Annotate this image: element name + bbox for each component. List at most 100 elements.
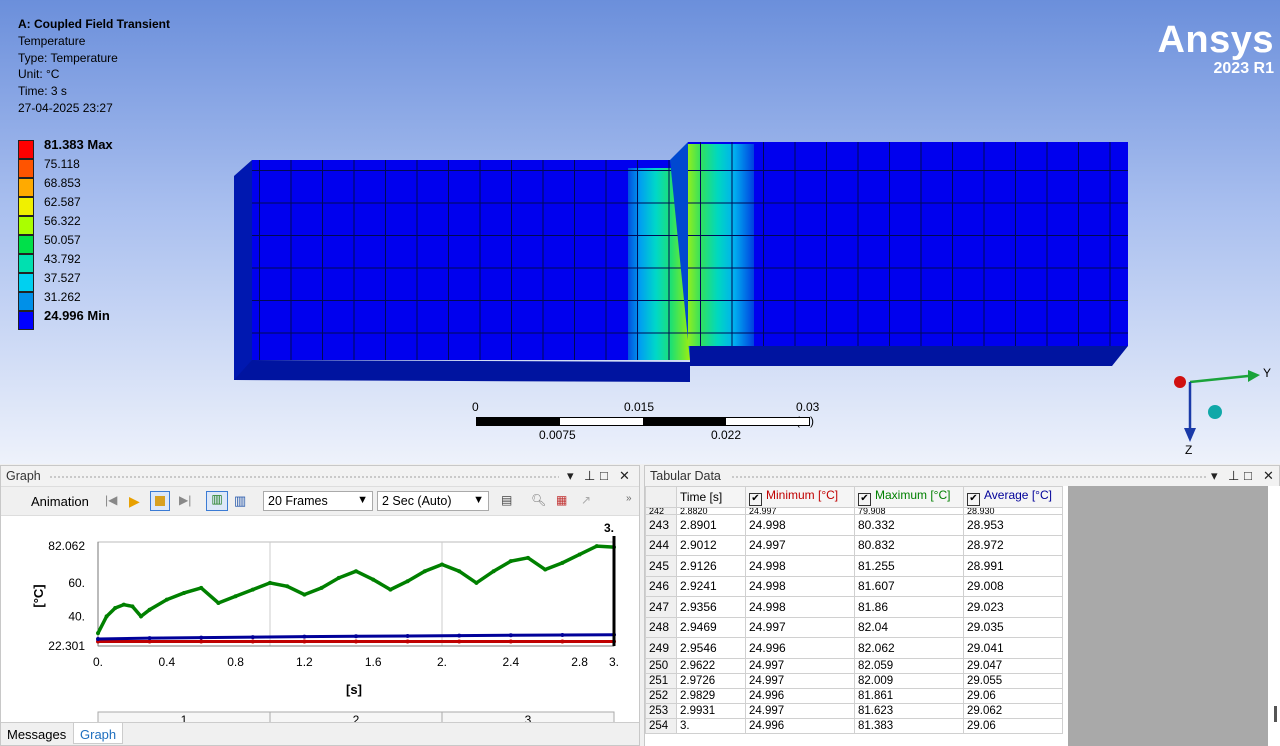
tab-graph[interactable]: Graph xyxy=(73,723,124,744)
table-cell: 2.8820 xyxy=(676,507,746,515)
table-cell: 2.9012 xyxy=(676,534,746,556)
panel-menu-icon[interactable]: ▾ xyxy=(567,468,574,484)
legend-swatch xyxy=(18,178,34,197)
temperature-chart[interactable]: 82.062 60. 40. 22.301 0. 0.4 0.8 1.2 1.6 2. 2.4 2.8… xyxy=(1,516,639,726)
tab-messages[interactable]: Messages xyxy=(1,723,72,744)
model-geometry[interactable] xyxy=(228,138,1138,386)
data-point xyxy=(147,636,152,641)
scale-label-q3: 0.022 xyxy=(711,428,742,442)
table-cell: 81.86 xyxy=(854,596,964,618)
close-icon[interactable]: ✕ xyxy=(619,468,630,484)
row-number-header xyxy=(645,486,677,508)
data-point xyxy=(543,567,548,572)
first-frame-icon[interactable]: |◀ xyxy=(105,493,121,509)
col-time-header[interactable]: Time [s] xyxy=(676,486,746,508)
table-cell: 82.062 xyxy=(854,637,964,659)
table-viewport[interactable]: Time [s] ✔ Minimum [°C] ✔ Maximum [°C] ✔ Av… xyxy=(645,486,1280,746)
table-cell: 28.991 xyxy=(963,555,1063,577)
axis-triad[interactable]: Y Z xyxy=(1170,360,1280,460)
data-point xyxy=(560,639,565,644)
table-cell: 24.998 xyxy=(745,555,855,577)
checkbox-min[interactable]: ✔ xyxy=(749,493,762,506)
data-point xyxy=(422,569,427,574)
data-point xyxy=(250,635,255,640)
last-frame-icon[interactable]: ▶| xyxy=(179,493,195,509)
x-tick-label: 2.8 xyxy=(571,655,588,669)
data-point xyxy=(594,544,599,549)
col-avg-header[interactable]: ✔ Average [°C] xyxy=(963,486,1063,508)
table-cell: 29.047 xyxy=(963,657,1063,674)
data-point xyxy=(302,639,307,644)
stop-icon xyxy=(155,496,165,506)
col-avg-label: Average [°C] xyxy=(984,488,1052,502)
duration-select[interactable]: 2 Sec (Auto) ▼ xyxy=(377,491,489,511)
scrollbar-thumb[interactable] xyxy=(1274,706,1277,722)
data-point xyxy=(139,614,143,619)
table-cell: 2.9726 xyxy=(676,672,746,689)
hide-icon[interactable]: ↗ xyxy=(581,493,597,509)
table-row[interactable]: 248 2.9469 24.997 82.04 29.035 xyxy=(645,616,1063,638)
play-icon[interactable]: ▶ xyxy=(129,493,145,509)
col-min-header[interactable]: ✔ Minimum [°C] xyxy=(745,486,855,508)
table-row[interactable]: 247 2.9356 24.998 81.86 29.023 xyxy=(645,596,1063,618)
legend-label: 37.527 xyxy=(44,271,81,285)
time-marker-label: 3. xyxy=(604,521,614,535)
analysis-title: A: Coupled Field Transient xyxy=(18,17,171,31)
pin-icon[interactable]: ⊥ xyxy=(1228,468,1239,484)
data-point xyxy=(113,606,118,611)
data-point xyxy=(104,614,109,619)
stop-button[interactable] xyxy=(150,491,170,511)
data-point xyxy=(577,552,582,557)
titlebar-grip xyxy=(49,475,559,479)
table-cell: 2.9126 xyxy=(676,555,746,577)
table-cell: 24.997 xyxy=(745,702,855,719)
table-row[interactable]: 244 2.9012 24.997 80.832 28.972 xyxy=(645,534,1063,556)
result-name: Temperature xyxy=(18,33,86,48)
col-max-label: Maximum [°C] xyxy=(875,488,951,502)
result-header: A: Coupled Field Transient Temperature T… xyxy=(18,16,170,117)
table-cell: 29.041 xyxy=(963,637,1063,659)
checkbox-max[interactable]: ✔ xyxy=(858,493,871,506)
pin-icon[interactable]: ⊥ xyxy=(584,468,595,484)
result-frames-icon[interactable]: ▥ xyxy=(234,493,250,509)
maximize-icon[interactable]: □ xyxy=(600,468,608,483)
table-row[interactable]: 245 2.9126 24.998 81.255 28.991 xyxy=(645,555,1063,577)
table-row[interactable]: 250 2.9622 24.997 82.059 29.047 xyxy=(645,657,1063,674)
col-min-label: Minimum [°C] xyxy=(766,488,839,502)
data-point xyxy=(199,639,204,644)
table-cell: 28.972 xyxy=(963,534,1063,556)
frames-select[interactable]: 20 Frames ▼ xyxy=(263,491,373,511)
legend-label: 24.996 Min xyxy=(44,308,110,323)
table-row[interactable]: 251 2.9726 24.997 82.009 29.055 xyxy=(645,672,1063,689)
table-row[interactable]: 252 2.9829 24.996 81.861 29.06 xyxy=(645,687,1063,704)
table-cell: 24.996 xyxy=(745,687,855,704)
legend-swatch xyxy=(18,292,34,311)
row-number: 253 xyxy=(645,702,677,719)
3d-viewport[interactable]: A: Coupled Field Transient Temperature T… xyxy=(0,0,1280,464)
table-cell: 29.06 xyxy=(963,687,1063,704)
zoom-icon[interactable]: 🔍︎ xyxy=(531,493,547,509)
checkbox-avg[interactable]: ✔ xyxy=(967,493,980,506)
result-type: Type: Temperature xyxy=(18,50,118,65)
distributed-frames-icon[interactable]: ▥ xyxy=(206,491,228,511)
close-icon[interactable]: ✕ xyxy=(1263,468,1274,484)
table-cell: 81.383 xyxy=(854,717,964,734)
table-row[interactable]: 253 2.9931 24.997 81.623 29.062 xyxy=(645,702,1063,719)
panel-menu-icon[interactable]: ▾ xyxy=(1211,468,1218,484)
maximize-icon[interactable]: □ xyxy=(1244,468,1252,483)
table-cell: 29.06 xyxy=(963,717,1063,734)
table-row[interactable]: 243 2.8901 24.998 80.332 28.953 xyxy=(645,514,1063,536)
table-row[interactable]: 246 2.9241 24.998 81.607 29.008 xyxy=(645,575,1063,597)
table-row-partial[interactable]: 242 2.8820 24.997 79.908 28.930 xyxy=(645,507,1063,515)
color-bars-icon[interactable]: ▦ xyxy=(556,493,572,509)
table-row[interactable]: 249 2.9546 24.996 82.062 29.041 xyxy=(645,637,1063,659)
overflow-chevron-icon[interactable]: » xyxy=(626,493,642,509)
data-point xyxy=(474,580,479,585)
export-video-icon[interactable]: ▤ xyxy=(501,493,517,509)
row-number: 254 xyxy=(645,717,677,734)
table-cell: 24.997 xyxy=(745,672,855,689)
col-max-header[interactable]: ✔ Maximum [°C] xyxy=(854,486,964,508)
data-table: Time [s] ✔ Minimum [°C] ✔ Maximum [°C] ✔ Av… xyxy=(645,486,1063,734)
table-row[interactable]: 254 3. 24.996 81.383 29.06 xyxy=(645,717,1063,734)
data-point xyxy=(508,559,513,564)
